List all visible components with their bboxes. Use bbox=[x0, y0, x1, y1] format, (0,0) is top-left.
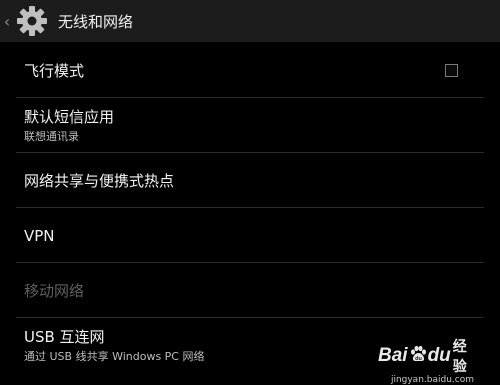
setting-mobile-network: 移动网络 bbox=[0, 263, 500, 318]
watermark-url: jingyan.baidu.com bbox=[390, 375, 474, 385]
watermark-brand-part1: Bai bbox=[378, 345, 408, 366]
watermark-brand-part2: du bbox=[427, 345, 451, 366]
baidu-jingyan-watermark: Bai du du 经验 jingyan.baidu.com bbox=[378, 336, 474, 385]
setting-title: 移动网络 bbox=[24, 281, 85, 300]
setting-title: VPN bbox=[24, 226, 55, 245]
paw-logo-icon: du bbox=[409, 345, 427, 368]
action-bar: ‹ 无线和网络 bbox=[0, 0, 500, 42]
settings-list: 飞行模式 默认短信应用 联想通讯录 网络共享与便携式热点 VPN 移动网络 US… bbox=[0, 43, 500, 373]
watermark-brand-cn: 经验 bbox=[452, 338, 467, 374]
back-caret-icon[interactable]: ‹ bbox=[2, 12, 12, 31]
setting-airplane-mode[interactable]: 飞行模式 bbox=[0, 43, 500, 98]
airplane-mode-checkbox[interactable] bbox=[445, 64, 458, 77]
setting-title: 网络共享与便携式热点 bbox=[24, 171, 175, 190]
setting-vpn[interactable]: VPN bbox=[0, 208, 500, 263]
setting-default-sms-app[interactable]: 默认短信应用 联想通讯录 bbox=[0, 98, 500, 153]
setting-tethering-hotspot[interactable]: 网络共享与便携式热点 bbox=[0, 153, 500, 208]
svg-text:du: du bbox=[415, 356, 422, 362]
setting-title: 飞行模式 bbox=[24, 61, 85, 80]
settings-gear-icon[interactable] bbox=[14, 3, 50, 39]
page-title: 无线和网络 bbox=[58, 12, 134, 31]
setting-summary: 联想通讯录 bbox=[24, 130, 79, 143]
setting-title: 默认短信应用 bbox=[24, 108, 115, 126]
